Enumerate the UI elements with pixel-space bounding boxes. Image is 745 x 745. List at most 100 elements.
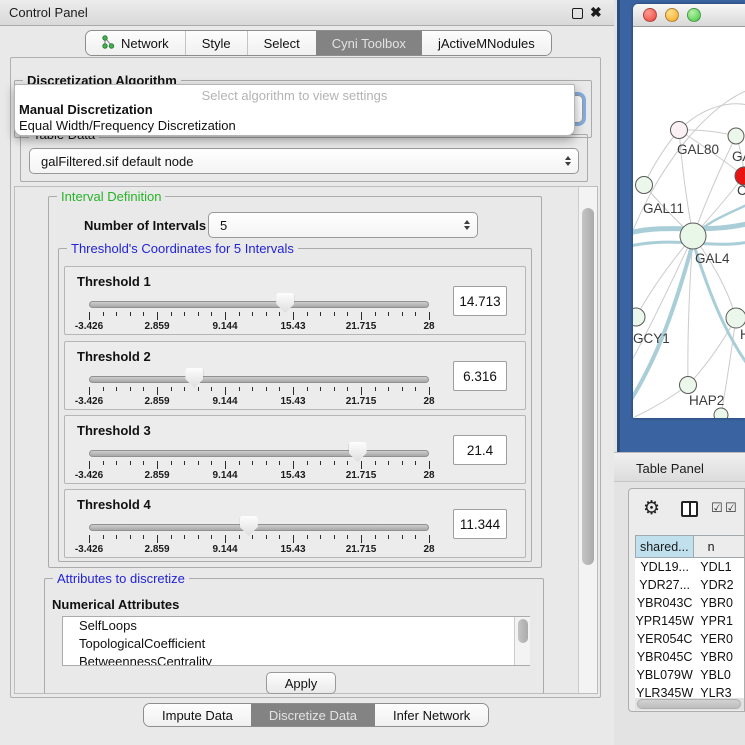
algorithm-dropdown-popup: Select algorithm to view settings Manual… — [14, 84, 575, 136]
threshold-value-field[interactable]: 14.713 — [453, 286, 507, 316]
cell-name[interactable]: YBL0 — [694, 666, 745, 684]
cell-shared-name[interactable]: YBR045C — [635, 648, 694, 666]
cell-shared-name[interactable]: YPR145W — [635, 612, 694, 630]
threshold-value-field[interactable]: 21.4 — [453, 435, 507, 465]
vertical-scrollbar-thumb[interactable] — [582, 208, 594, 565]
threshold-value-field[interactable]: 6.316 — [453, 361, 507, 391]
zoom-traffic-light[interactable] — [687, 8, 701, 22]
cell-name[interactable]: YBR0 — [694, 594, 745, 612]
table-data-value: galFiltered.sif default node — [30, 154, 558, 169]
network-edge[interactable] — [688, 318, 736, 385]
table-horizontal-scrollbar-thumb[interactable] — [637, 699, 741, 709]
tab-select[interactable]: Select — [247, 31, 316, 55]
table-row[interactable]: YDR27...YDR2 — [635, 576, 745, 594]
network-canvas[interactable]: GAL80GACGAL11GAL4GCY1HHAP2 — [633, 27, 745, 418]
network-node[interactable] — [680, 377, 697, 394]
close-traffic-light[interactable] — [643, 8, 657, 22]
number-of-intervals-combobox[interactable]: 5 — [208, 212, 478, 238]
network-node[interactable] — [728, 128, 744, 144]
network-node[interactable] — [714, 408, 728, 418]
close-icon[interactable]: ✖ — [590, 4, 602, 21]
column-header-name[interactable]: n — [694, 535, 745, 558]
cell-name[interactable]: YPR1 — [694, 612, 745, 630]
tick-label: 9.144 — [212, 321, 237, 332]
cell-name[interactable]: YBR0 — [694, 648, 745, 666]
table-row[interactable]: YBR043CYBR0 — [635, 594, 745, 612]
network-node[interactable] — [726, 308, 745, 328]
algorithm-hint-option[interactable]: Select algorithm to view settings — [15, 85, 574, 101]
table-row[interactable]: YPR145WYPR1 — [635, 612, 745, 630]
threshold-label: Threshold 2 — [77, 349, 151, 364]
table-horizontal-scrollbar[interactable] — [635, 698, 745, 710]
table-row[interactable]: YDL19...YDL1 — [635, 558, 745, 576]
tab-cyni-toolbox[interactable]: Cyni Toolbox — [316, 31, 422, 55]
apply-button[interactable]: Apply — [266, 672, 336, 694]
network-node[interactable] — [633, 308, 645, 326]
attribute-list-item[interactable]: SelfLoops — [63, 617, 529, 635]
minimize-traffic-light[interactable] — [665, 8, 679, 22]
cell-shared-name[interactable]: YBR043C — [635, 594, 694, 612]
slider-thumb[interactable] — [185, 368, 203, 388]
slider-thumb[interactable] — [240, 516, 258, 536]
tab-network[interactable]: Network — [86, 31, 185, 55]
gear-icon[interactable]: ⚙ — [643, 497, 660, 519]
network-edge[interactable] — [633, 236, 693, 369]
slider-track[interactable] — [89, 376, 429, 383]
threshold-panel-3: Threshold 3-3.4262.8599.14415.4321.71528… — [64, 415, 526, 484]
attributes-list-scrollbar[interactable] — [514, 617, 530, 665]
tick-label: 2.859 — [144, 470, 169, 481]
table-row[interactable]: YBL079WYBL0 — [635, 666, 745, 684]
threshold-value-field[interactable]: 11.344 — [453, 509, 507, 539]
float-window-icon[interactable] — [572, 8, 583, 19]
table-row[interactable]: YER054CYER0 — [635, 630, 745, 648]
cell-name[interactable]: YLR3 — [694, 684, 745, 698]
tab-jactivemnodules[interactable]: jActiveMNodules — [422, 31, 551, 55]
numerical-attributes-list[interactable]: SelfLoopsTopologicalCoefficientBetweenne… — [62, 616, 530, 666]
tab-style[interactable]: Style — [185, 31, 247, 55]
checkbox-icon[interactable]: ☑ — [711, 501, 723, 516]
cell-shared-name[interactable]: YER054C — [635, 630, 694, 648]
cell-name[interactable]: YDR2 — [694, 576, 745, 594]
attributes-list-scrollbar-thumb[interactable] — [518, 619, 528, 643]
tab-infer-network[interactable]: Infer Network — [375, 704, 488, 726]
tab-impute-data[interactable]: Impute Data — [144, 704, 251, 726]
network-node[interactable] — [680, 223, 706, 249]
slider-thumb[interactable] — [276, 293, 294, 313]
algorithm-option-manual[interactable]: Manual Discretization — [15, 101, 574, 117]
slider-ticks — [89, 312, 429, 320]
attribute-list-item[interactable]: TopologicalCoefficient — [63, 635, 529, 653]
threshold-panel-4: Threshold 4-3.4262.8599.14415.4321.71528… — [64, 489, 526, 558]
network-node[interactable] — [671, 122, 688, 139]
column-layout-icon[interactable] — [681, 501, 698, 517]
network-edge[interactable] — [633, 385, 688, 418]
table-row[interactable]: YLR345WYLR3 — [635, 684, 745, 698]
slider-track[interactable] — [89, 524, 429, 531]
network-node-label: GAL4 — [695, 251, 730, 266]
slider-track[interactable] — [89, 301, 429, 308]
slider-thumb[interactable] — [349, 442, 367, 462]
tick-label: -3.426 — [75, 396, 103, 407]
tick-label: 21.715 — [346, 544, 377, 555]
cell-name[interactable]: YER0 — [694, 630, 745, 648]
network-edge[interactable] — [644, 130, 679, 185]
network-window-titlebar[interactable] — [633, 4, 745, 27]
panel-title: Control Panel — [9, 5, 88, 20]
attribute-list-item[interactable]: BetweennessCentrality — [63, 653, 529, 666]
table-row[interactable]: YBR045CYBR0 — [635, 648, 745, 666]
network-edge[interactable] — [679, 104, 745, 130]
network-node[interactable] — [636, 177, 653, 194]
tab-discretize-data[interactable]: Discretize Data — [251, 704, 375, 726]
slider-track[interactable] — [89, 450, 429, 457]
cell-name[interactable]: YDL1 — [694, 558, 745, 576]
checkbox-icon[interactable]: ☑ — [725, 501, 737, 516]
cell-shared-name[interactable]: YBL079W — [635, 666, 694, 684]
cell-shared-name[interactable]: YDR27... — [635, 576, 694, 594]
algorithm-option-equal-width[interactable]: Equal Width/Frequency Discretization — [15, 117, 574, 133]
cell-shared-name[interactable]: YDL19... — [635, 558, 694, 576]
cell-shared-name[interactable]: YLR345W — [635, 684, 694, 698]
vertical-scrollbar[interactable] — [578, 187, 597, 693]
tab-label: jActiveMNodules — [438, 36, 535, 51]
table-data-combobox[interactable]: galFiltered.sif default node — [29, 148, 579, 174]
column-header-shared-name[interactable]: shared... — [635, 535, 694, 558]
tick-label: 15.43 — [280, 544, 305, 555]
